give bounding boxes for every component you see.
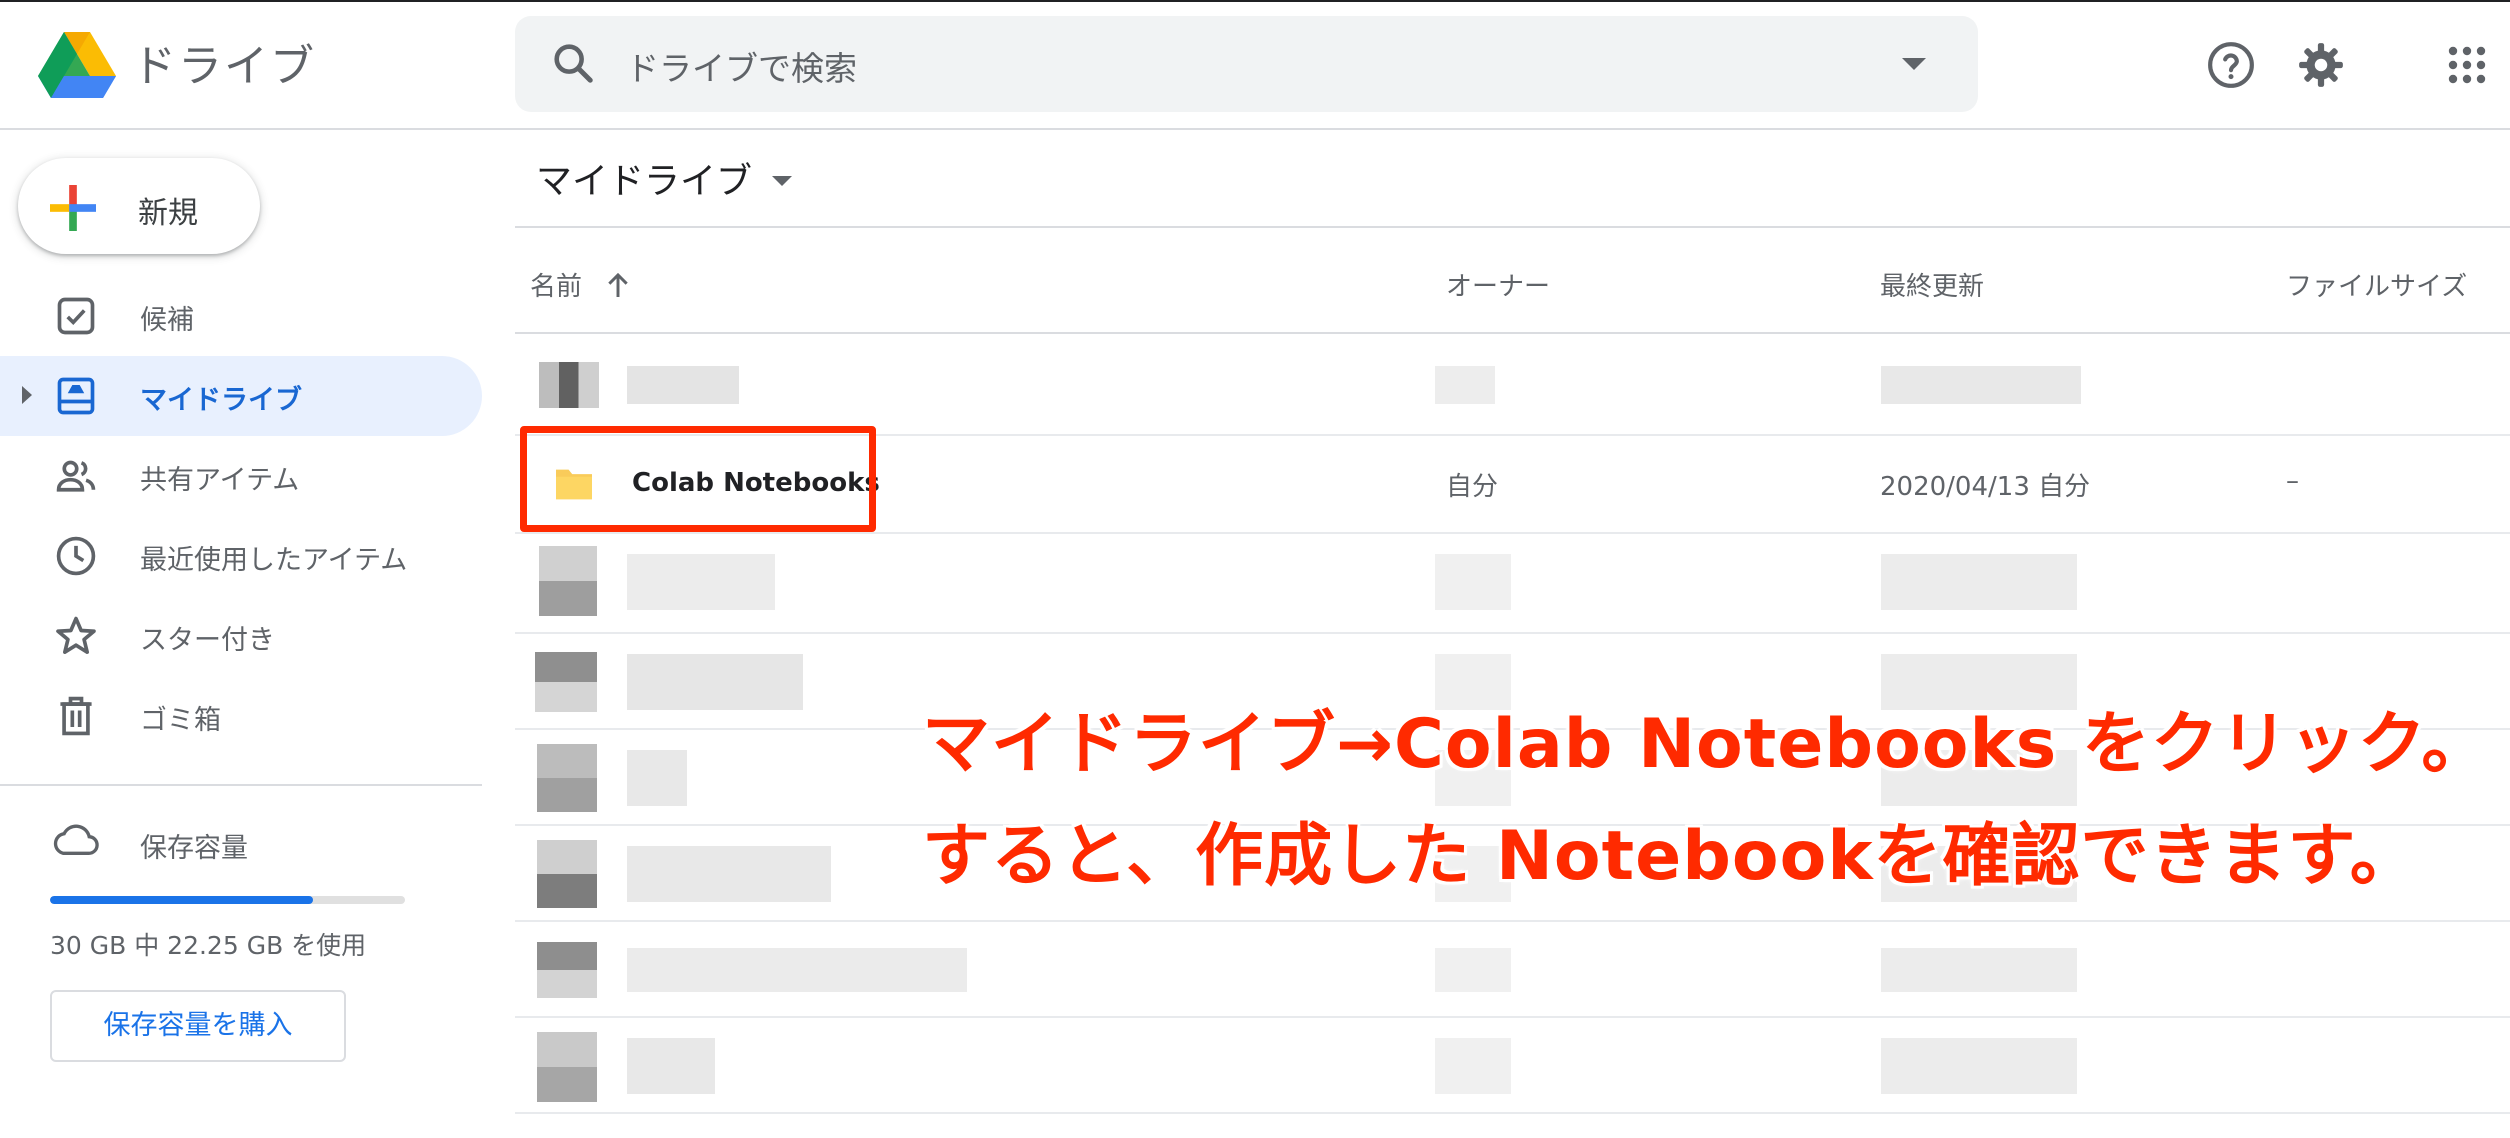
sidebar-item-my-drive[interactable]: マイドライブ: [0, 356, 482, 436]
table-row-redacted[interactable]: [515, 338, 2510, 438]
sidebar-item-starred[interactable]: スター付き: [0, 596, 482, 676]
header-divider: [515, 332, 2510, 334]
plus-icon: [50, 185, 96, 231]
sidebar-item-label: 最近使用したアイテム: [140, 545, 408, 576]
star-icon: [56, 616, 96, 654]
breadcrumb-menu-caret-icon[interactable]: [772, 176, 792, 186]
folder-owner: 自分: [1446, 472, 1499, 502]
sidebar-item-label: ゴミ箱: [140, 705, 221, 736]
clock-icon: [56, 536, 96, 576]
expand-arrow-icon[interactable]: [22, 386, 32, 404]
cloud-icon: [53, 824, 99, 855]
table-row-redacted[interactable]: [515, 922, 2510, 1018]
help-icon[interactable]: [2206, 40, 2256, 90]
sidebar-item-label: スター付き: [140, 625, 275, 656]
sidebar-item-trash[interactable]: ゴミ箱: [0, 676, 482, 756]
column-header-name[interactable]: 名前: [530, 266, 582, 303]
storage-usage-text: 30 GB 中 22.25 GB を使用: [50, 931, 367, 960]
buy-storage-button[interactable]: 保存容量を購入: [50, 990, 346, 1062]
annotation-line-1: マイドライブ→Colab Notebooks をクリック。: [922, 705, 2491, 784]
column-header-owner[interactable]: オーナー: [1446, 266, 1550, 303]
column-header-file-size[interactable]: ファイルサイズ: [2286, 266, 2467, 303]
row-divider: [515, 1112, 2510, 1114]
sidebar-item-recent[interactable]: 最近使用したアイテム: [0, 516, 482, 596]
sidebar-item-shared[interactable]: 共有アイテム: [0, 436, 482, 516]
trash-icon: [60, 696, 92, 736]
sidebar-item-label: 候補: [140, 305, 194, 336]
sort-ascending-arrow-icon[interactable]: [602, 268, 634, 302]
breadcrumb-my-drive[interactable]: マイドライブ: [536, 152, 752, 204]
search-options-caret-icon[interactable]: [1902, 58, 1926, 70]
column-header-last-modified[interactable]: 最終更新: [1880, 266, 1984, 303]
check-box-icon: [57, 297, 95, 335]
storage-progress-bar: [50, 896, 405, 904]
sidebar-item-label: マイドライブ: [140, 385, 302, 416]
table-row-redacted[interactable]: [515, 1018, 2510, 1114]
folder-size: –: [2286, 466, 2299, 496]
storage-label[interactable]: 保存容量: [140, 826, 248, 865]
folder-last-modified: 2020/04/13 自分: [1880, 472, 2091, 502]
app-name: ドライブ: [132, 41, 316, 92]
drive-logo-icon[interactable]: [38, 32, 116, 98]
sidebar-item-suggested[interactable]: 候補: [0, 276, 482, 356]
annotation-line-2: すると、作成した Notebookを確認できます。: [922, 817, 2419, 896]
storage-progress-fill: [50, 896, 314, 904]
table-row-redacted[interactable]: [515, 534, 2510, 634]
my-drive-icon: [57, 377, 95, 415]
search-input[interactable]: ドライブで検索: [626, 42, 857, 90]
sidebar-divider: [0, 784, 482, 786]
toolbar-divider: [515, 226, 2510, 228]
sidebar-item-label: 共有アイテム: [140, 465, 300, 496]
new-button-label: 新規: [138, 196, 198, 231]
shared-people-icon: [56, 460, 96, 492]
highlight-box: [520, 426, 876, 532]
gear-icon[interactable]: [2296, 40, 2346, 90]
search-icon[interactable]: [550, 40, 596, 86]
google-apps-icon[interactable]: [2446, 44, 2488, 86]
